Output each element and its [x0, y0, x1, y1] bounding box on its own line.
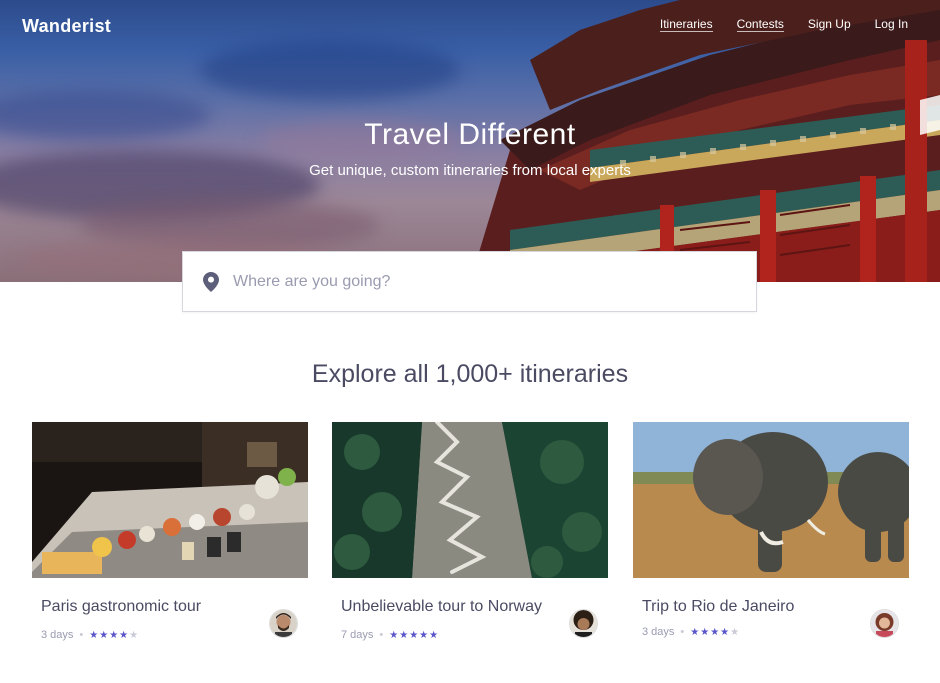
stars-empty: ★	[129, 629, 140, 641]
itinerary-card[interactable]: Trip to Rio de Janeiro 3 days • ★★★★★	[633, 422, 918, 638]
search-box[interactable]	[182, 251, 757, 312]
nav-sign-up[interactable]: Sign Up	[808, 17, 851, 32]
itinerary-card[interactable]: Unbelievable tour to Norway 7 days • ★★★…	[332, 420, 608, 641]
author-avatar[interactable]	[569, 609, 598, 638]
card-duration: 3 days	[642, 626, 675, 638]
avatar-woman	[871, 610, 898, 637]
card-duration: 3 days	[41, 629, 74, 641]
avatar-man-beard	[270, 610, 297, 637]
stars-filled: ★★★★	[89, 629, 130, 641]
star-rating: ★★★★★	[389, 630, 439, 641]
hero-subtitle: Get unique, custom itineraries from loca…	[309, 162, 631, 179]
separator-dot: •	[379, 629, 384, 641]
avatar-curly-hair	[570, 610, 597, 637]
nav-log-in[interactable]: Log In	[875, 17, 908, 32]
card-duration: 7 days	[341, 629, 374, 641]
author-avatar[interactable]	[870, 609, 899, 638]
hero-banner: Wanderist Itineraries Contests Sign Up L…	[0, 0, 940, 282]
separator-dot: •	[79, 629, 84, 641]
card-meta: 7 days • ★★★★★	[341, 629, 608, 641]
stars-filled: ★★★★★	[389, 629, 440, 641]
card-title[interactable]: Trip to Rio de Janeiro	[642, 598, 909, 616]
stars-filled: ★★★★	[690, 626, 731, 638]
stars-empty: ★	[730, 626, 741, 638]
card-image-food-buffet[interactable]	[32, 422, 308, 578]
card-meta: 3 days • ★★★★★	[41, 629, 308, 641]
nav-itineraries[interactable]: Itineraries	[659, 17, 713, 32]
top-nav: Itineraries Contests Sign Up Log In	[636, 17, 908, 32]
nav-contests[interactable]: Contests	[736, 17, 784, 32]
brand-logo[interactable]: Wanderist	[22, 16, 111, 37]
card-image-mountain-road[interactable]	[332, 420, 608, 578]
star-rating: ★★★★★	[89, 630, 139, 641]
card-image-elephants[interactable]	[633, 422, 918, 578]
card-meta: 3 days • ★★★★★	[642, 626, 909, 638]
section-title: Explore all 1,000+ itineraries	[311, 360, 629, 388]
card-title[interactable]: Paris gastronomic tour	[41, 598, 308, 616]
author-avatar[interactable]	[269, 609, 298, 638]
map-pin-icon	[203, 271, 219, 292]
card-title[interactable]: Unbelievable tour to Norway	[341, 598, 608, 616]
search-input[interactable]	[231, 271, 715, 292]
hero-title: Travel Different	[364, 118, 576, 151]
separator-dot: •	[680, 626, 685, 638]
itinerary-card[interactable]: Paris gastronomic tour 3 days • ★★★★★	[32, 422, 308, 641]
star-rating: ★★★★★	[690, 627, 740, 638]
